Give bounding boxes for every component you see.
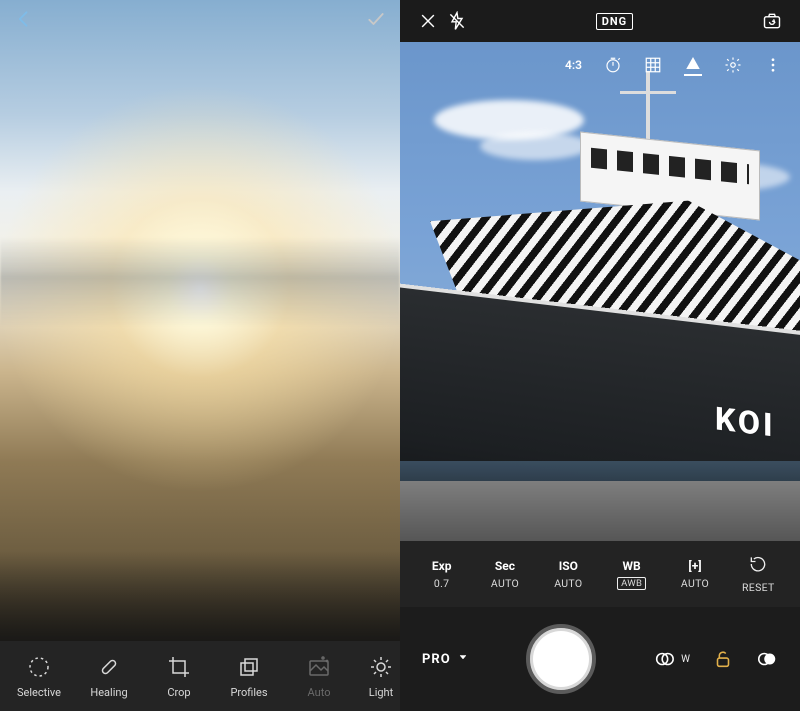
tool-healing[interactable]: Healing [76, 654, 142, 699]
setting-focus[interactable]: [+] AUTO [671, 559, 719, 590]
close-icon[interactable] [418, 11, 438, 31]
tool-selective[interactable]: Selective [6, 654, 72, 699]
confirm-icon[interactable] [366, 9, 386, 29]
setting-value: AWB [617, 577, 646, 590]
setting-shutter[interactable]: Sec AUTO [481, 559, 529, 590]
settings-gear-icon[interactable] [724, 56, 742, 74]
mode-label: PRO [422, 652, 451, 667]
setting-key: ISO [559, 559, 578, 573]
tool-light[interactable]: Light [356, 654, 400, 699]
tool-crop[interactable]: Crop [146, 654, 212, 699]
back-icon[interactable] [14, 9, 34, 29]
lens-wide-label: W [681, 654, 690, 665]
setting-key: Sec [495, 559, 515, 573]
cloud [480, 132, 590, 160]
tool-label: Crop [167, 686, 190, 699]
setting-reset[interactable]: RESET [734, 554, 782, 594]
setting-exposure[interactable]: Exp 0.7 [418, 559, 466, 590]
more-icon[interactable] [764, 56, 782, 74]
setting-key: [+] [688, 559, 701, 573]
editor-toolbar: Selective Healing Crop Profiles Auto [0, 641, 400, 711]
editor-photo [0, 0, 400, 641]
tool-label: Auto [308, 686, 331, 699]
camera-viewfinder[interactable]: KOI [400, 42, 800, 541]
chevron-down-icon [457, 651, 469, 667]
dock [400, 481, 800, 541]
selective-icon [26, 654, 52, 680]
camera-settings-row: Exp 0.7 Sec AUTO ISO AUTO WB AWB [+] AUT… [400, 541, 800, 607]
auto-icon [306, 654, 332, 680]
grid-icon[interactable] [644, 56, 662, 74]
lens-wide-icon[interactable] [653, 648, 675, 670]
tool-label: Selective [17, 686, 61, 699]
tool-label: Profiles [230, 686, 267, 699]
shutter-button[interactable] [526, 624, 596, 694]
editor-pane: Selective Healing Crop Profiles Auto [0, 0, 400, 711]
healing-icon [96, 654, 122, 680]
setting-key: WB [623, 559, 641, 573]
editor-bottom-gradient [0, 551, 400, 641]
highlight-clipping-icon[interactable] [684, 54, 702, 76]
camera-pane: DNG KOI 4:3 E [400, 0, 800, 711]
camera-options: 4:3 [557, 48, 790, 82]
setting-value: 0.7 [434, 577, 449, 590]
camera-aux-controls: W [653, 648, 778, 670]
setting-value: AUTO [554, 577, 582, 590]
profiles-icon [236, 654, 262, 680]
timer-icon[interactable] [604, 56, 622, 74]
camera-shutter-row: PRO W [400, 607, 800, 711]
ship-hull-text: KOI [715, 399, 776, 444]
light-icon [368, 654, 394, 680]
crop-icon [166, 654, 192, 680]
setting-value: AUTO [681, 577, 709, 590]
switch-camera-icon[interactable] [762, 11, 782, 31]
setting-value: RESET [742, 581, 775, 594]
setting-white-balance[interactable]: WB AWB [608, 559, 656, 590]
setting-value: AUTO [491, 577, 519, 590]
filter-icon[interactable] [756, 648, 778, 670]
setting-key: Exp [432, 559, 452, 573]
tool-label: Healing [90, 686, 127, 699]
tool-profiles[interactable]: Profiles [216, 654, 282, 699]
tool-label: Light [369, 686, 393, 699]
editor-topbar [0, 0, 400, 38]
reset-icon [748, 554, 768, 577]
format-badge[interactable]: DNG [596, 13, 633, 30]
tool-auto[interactable]: Auto [286, 654, 352, 699]
camera-mode-selector[interactable]: PRO [422, 651, 469, 667]
aspect-ratio[interactable]: 4:3 [565, 58, 582, 72]
flash-off-icon[interactable] [447, 11, 467, 31]
setting-iso[interactable]: ISO AUTO [544, 559, 592, 590]
unlock-icon[interactable] [712, 648, 734, 670]
camera-topbar: DNG [400, 0, 800, 42]
